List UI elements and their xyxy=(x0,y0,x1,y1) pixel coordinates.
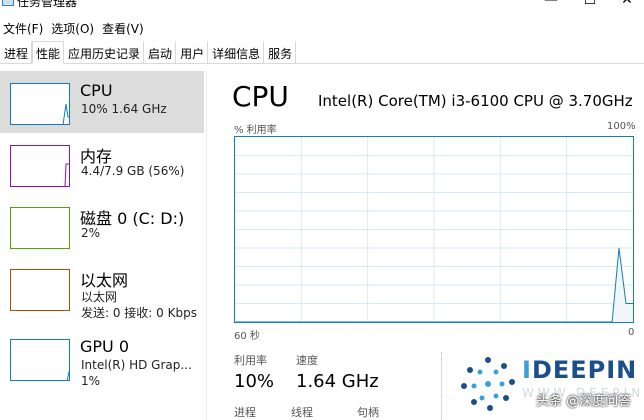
watermark-brand: IDEEPIN xyxy=(522,356,637,384)
pane-divider[interactable] xyxy=(206,71,207,420)
tab-users[interactable]: 用户 xyxy=(176,41,209,64)
graph-util-label: % 利用率 xyxy=(234,125,277,136)
graph-time-left: 60 秒 xyxy=(234,331,260,342)
task-manager-icon xyxy=(2,0,14,6)
resource-memory[interactable]: 内存 4.4/7.9 GB (56%) xyxy=(0,133,204,195)
resource-detail-2: 发送: 0 接收: 0 Kbps xyxy=(81,306,197,320)
resource-disk[interactable]: 磁盘 0 (C: D:) 2% xyxy=(0,195,204,257)
resource-gpu[interactable]: GPU 0 Intel(R) HD Grap... 1% xyxy=(0,327,204,389)
title-bar: 任务管理器 — ☐ ✕ xyxy=(0,0,644,16)
tab-services[interactable]: 服务 xyxy=(264,41,297,64)
tab-bar: 进程 性能 应用历史记录 启动 用户 详细信息 服务 xyxy=(0,41,644,64)
cpu-graph-svg xyxy=(235,137,633,322)
resource-ethernet[interactable]: 以太网 以太网 发送: 0 接收: 0 Kbps xyxy=(0,257,204,320)
resource-list: CPU 10% 1.64 GHz 内存 4.4/7.9 GB (56%) 磁盘 … xyxy=(0,71,204,420)
memory-thumbnail-graph xyxy=(10,145,70,187)
resource-detail: 2% xyxy=(81,226,101,240)
tab-startup[interactable]: 启动 xyxy=(144,41,177,64)
resource-detail: 以太网 xyxy=(81,290,118,304)
window-title: 任务管理器 xyxy=(17,0,78,9)
menu-file[interactable]: 文件(F) xyxy=(0,20,48,37)
resource-cpu[interactable]: CPU 10% 1.64 GHz xyxy=(0,71,204,133)
resource-name: CPU xyxy=(80,81,113,100)
tab-details[interactable]: 详细信息 xyxy=(208,41,265,64)
graph-time-right: 0 xyxy=(628,327,635,338)
menu-bar: 文件(F) 选项(O) 查看(V) xyxy=(0,18,644,38)
cpu-model-name: Intel(R) Core(TM) i3-6100 CPU @ 3.70GHz xyxy=(318,92,633,110)
maximize-button[interactable]: ☐ xyxy=(575,0,605,8)
stat-speed-label: 速度 xyxy=(296,354,318,367)
resource-name: GPU 0 xyxy=(80,337,130,356)
ethernet-thumbnail-graph xyxy=(10,269,70,311)
tab-performance[interactable]: 性能 xyxy=(32,41,65,64)
close-button[interactable]: ✕ xyxy=(612,0,642,8)
deepin-logo-icon xyxy=(456,352,520,416)
stat-threads-label: 线程 xyxy=(291,406,313,419)
watermark-brand-prefix: I xyxy=(522,356,532,384)
graph-util-max: 100% xyxy=(607,121,636,132)
resource-detail-2: 1% xyxy=(81,374,101,388)
resource-detail: Intel(R) HD Grap... xyxy=(81,358,192,372)
disk-thumbnail-graph xyxy=(10,207,70,249)
stat-processes-label: 进程 xyxy=(234,406,256,419)
stats-divider xyxy=(441,352,442,420)
stat-handles-label: 句柄 xyxy=(357,406,379,419)
stat-speed-value: 1.64 GHz xyxy=(296,371,379,392)
detail-heading: CPU xyxy=(232,80,289,113)
stat-util-value: 10% xyxy=(234,371,275,392)
watermark-tagline: 头条 @深度问答 xyxy=(536,394,632,409)
stat-util-label: 利用率 xyxy=(234,354,267,367)
cpu-utilization-graph xyxy=(234,136,634,323)
tab-processes[interactable]: 进程 xyxy=(0,41,33,64)
cpu-thumbnail-graph xyxy=(10,83,70,125)
minimize-button[interactable]: — xyxy=(536,0,566,8)
resource-detail: 4.4/7.9 GB (56%) xyxy=(81,164,185,178)
menu-view[interactable]: 查看(V) xyxy=(99,20,149,37)
gpu-thumbnail-graph xyxy=(10,339,70,381)
menu-options[interactable]: 选项(O) xyxy=(48,20,99,37)
watermark-brand-rest: DEEPIN xyxy=(531,356,638,384)
resource-detail: 10% 1.64 GHz xyxy=(81,102,167,116)
tab-app-history[interactable]: 应用历史记录 xyxy=(64,41,145,64)
